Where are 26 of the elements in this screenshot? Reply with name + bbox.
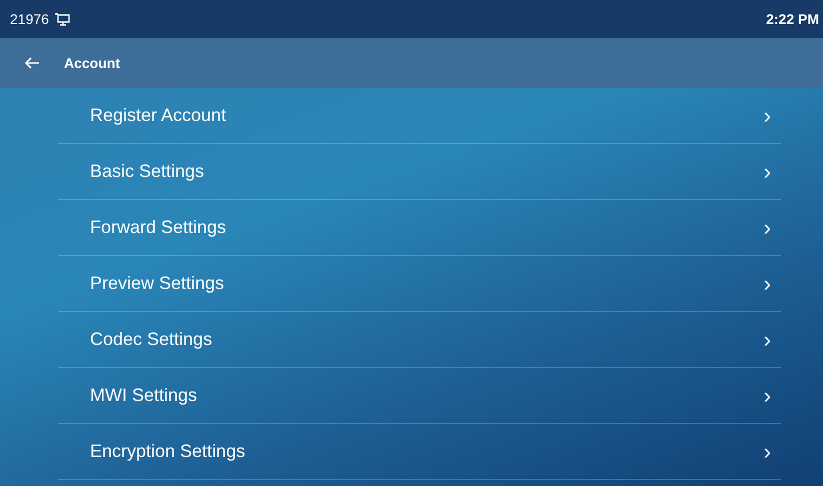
menu-item-label: Forward Settings	[90, 217, 226, 238]
menu-item[interactable]: Encryption Settings ›	[58, 424, 781, 480]
menu-item[interactable]: MWI Settings ›	[58, 368, 781, 424]
menu-item-label: Encryption Settings	[90, 441, 246, 462]
monitor-icon	[54, 12, 70, 26]
page-title: Account	[64, 55, 120, 71]
menu-item-label: MWI Settings	[90, 385, 198, 406]
menu-item-label: Preview Settings	[90, 273, 224, 294]
menu-item[interactable]: Forward Settings ›	[58, 200, 781, 256]
chevron-icon: ›	[764, 382, 771, 408]
chevron-icon: ›	[764, 438, 771, 464]
menu-item[interactable]: Preview Settings ›	[58, 256, 781, 312]
chevron-icon: ›	[764, 158, 771, 184]
back-arrow-icon	[24, 56, 40, 70]
menu-item-label: Basic Settings	[90, 161, 204, 182]
chevron-icon: ›	[764, 270, 771, 296]
menu-item-label: Codec Settings	[90, 329, 212, 350]
menu-item-label: Register Account	[90, 105, 226, 126]
chevron-icon: ›	[764, 326, 771, 352]
chevron-icon: ›	[764, 102, 771, 128]
chevron-icon: ›	[764, 214, 771, 240]
extension-number: 21976	[10, 11, 49, 27]
menu-item[interactable]: Codec Settings ›	[58, 312, 781, 368]
menu-item[interactable]: Register Account ›	[58, 88, 781, 144]
clock-time: 2:22 PM	[766, 11, 819, 27]
menu-item[interactable]: Basic Settings ›	[58, 144, 781, 200]
